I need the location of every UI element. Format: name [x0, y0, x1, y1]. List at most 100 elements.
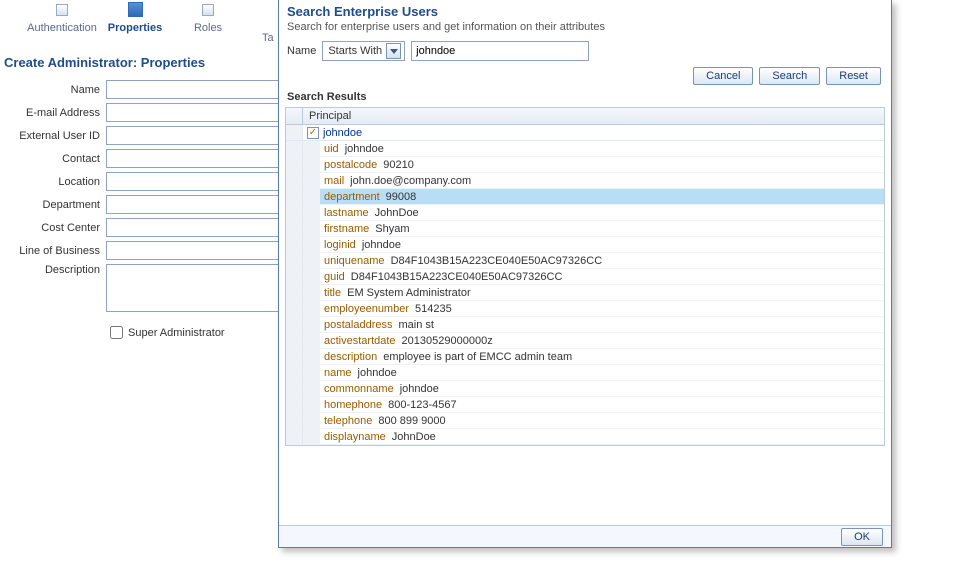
- attribute-value: 800 899 9000: [372, 415, 445, 427]
- attribute-value: 90210: [377, 159, 414, 171]
- attribute-value: 99008: [380, 191, 417, 203]
- reset-button[interactable]: Reset: [826, 67, 881, 85]
- principal-checkbox[interactable]: ✓: [307, 127, 319, 139]
- external-id-field[interactable]: [106, 126, 280, 145]
- attribute-row[interactable]: mailjohn.doe@company.com: [286, 173, 884, 189]
- attribute-row[interactable]: titleEM System Administrator: [286, 285, 884, 301]
- attribute-key: lastname: [320, 207, 369, 219]
- attribute-key: guid: [320, 271, 345, 283]
- attribute-row[interactable]: department99008: [286, 189, 884, 205]
- label-cost-center: Cost Center: [4, 222, 106, 234]
- attribute-key: description: [320, 351, 377, 363]
- step-cutoff: Ta: [262, 32, 274, 44]
- attribute-row[interactable]: descriptionemployee is part of EMCC admi…: [286, 349, 884, 365]
- attribute-row[interactable]: telephone800 899 9000: [286, 413, 884, 429]
- attribute-key: activestartdate: [320, 335, 396, 347]
- attribute-row[interactable]: activestartdate20130529000000z: [286, 333, 884, 349]
- attribute-key: mail: [320, 175, 344, 187]
- dialog-footer: OK: [279, 525, 891, 547]
- dialog-title: Search Enterprise Users: [279, 0, 891, 19]
- results-header: Search Results: [279, 91, 891, 107]
- label-external-id: External User ID: [4, 130, 106, 142]
- step-label: Authentication: [27, 22, 97, 34]
- properties-form: Name E-mail Address External User ID Con…: [4, 80, 280, 312]
- step-label: Properties: [108, 22, 162, 34]
- attribute-value: D84F1043B15A223CE040E50AC97326CC: [345, 271, 563, 283]
- attribute-row[interactable]: commonnamejohndoe: [286, 381, 884, 397]
- attribute-key: postaladdress: [320, 319, 393, 331]
- super-admin-label: Super Administrator: [128, 327, 225, 339]
- search-users-dialog: Search Enterprise Users Search for enter…: [278, 0, 892, 548]
- contact-field[interactable]: [106, 149, 280, 168]
- principal-row[interactable]: ✓ johndoe: [286, 125, 884, 141]
- attribute-key: displayname: [320, 431, 386, 443]
- attribute-row[interactable]: loginidjohndoe: [286, 237, 884, 253]
- step-box-icon: [128, 2, 143, 17]
- attribute-key: title: [320, 287, 341, 299]
- attribute-value: 514235: [409, 303, 452, 315]
- step-box-icon: [56, 4, 68, 16]
- search-button[interactable]: Search: [759, 67, 820, 85]
- attribute-value: johndoe: [339, 143, 384, 155]
- lob-field[interactable]: [106, 241, 280, 260]
- operator-value: Starts With: [328, 45, 382, 57]
- ok-button[interactable]: OK: [841, 528, 883, 546]
- attribute-key: firstname: [320, 223, 369, 235]
- search-input[interactable]: [411, 41, 589, 61]
- step-box-icon: [202, 4, 214, 16]
- wizard-steps: Authentication Properties Roles: [0, 4, 280, 19]
- step-properties[interactable]: Properties: [128, 4, 142, 19]
- attribute-value: john.doe@company.com: [344, 175, 471, 187]
- attribute-row[interactable]: uidjohndoe: [286, 141, 884, 157]
- label-location: Location: [4, 176, 106, 188]
- attribute-key: telephone: [320, 415, 372, 427]
- attribute-value: johndoe: [352, 367, 397, 379]
- attribute-row[interactable]: namejohndoe: [286, 365, 884, 381]
- chevron-down-icon: [386, 43, 401, 59]
- label-email: E-mail Address: [4, 107, 106, 119]
- attribute-row[interactable]: lastnameJohnDoe: [286, 205, 884, 221]
- attribute-row[interactable]: uniquenameD84F1043B15A223CE040E50AC97326…: [286, 253, 884, 269]
- attribute-row[interactable]: employeenumber514235: [286, 301, 884, 317]
- attribute-value: johndoe: [356, 239, 401, 251]
- attribute-key: uniquename: [320, 255, 385, 267]
- attribute-value: 20130529000000z: [396, 335, 493, 347]
- dialog-subtitle: Search for enterprise users and get info…: [279, 19, 891, 41]
- attribute-value: Shyam: [369, 223, 409, 235]
- label-contact: Contact: [4, 153, 106, 165]
- wizard-pane: Authentication Properties Roles Ta Creat…: [0, 0, 280, 339]
- attribute-key: postalcode: [320, 159, 377, 171]
- description-field[interactable]: [106, 264, 280, 312]
- label-lob: Line of Business: [4, 245, 106, 257]
- label-name: Name: [4, 84, 106, 96]
- column-principal: Principal: [303, 110, 351, 122]
- name-field[interactable]: [106, 80, 280, 99]
- attribute-row[interactable]: guidD84F1043B15A223CE040E50AC97326CC: [286, 269, 884, 285]
- location-field[interactable]: [106, 172, 280, 191]
- step-roles[interactable]: Roles: [202, 4, 214, 18]
- attribute-value: JohnDoe: [369, 207, 419, 219]
- cost-center-field[interactable]: [106, 218, 280, 237]
- label-description: Description: [4, 264, 106, 276]
- step-authentication[interactable]: Authentication: [56, 4, 68, 18]
- principal-name: johndoe: [323, 127, 362, 139]
- attribute-row[interactable]: homephone800-123-4567: [286, 397, 884, 413]
- department-field[interactable]: [106, 195, 280, 214]
- operator-select[interactable]: Starts With: [322, 41, 405, 61]
- cancel-button[interactable]: Cancel: [693, 67, 753, 85]
- attribute-value: D84F1043B15A223CE040E50AC97326CC: [385, 255, 603, 267]
- attribute-value: employee is part of EMCC admin team: [377, 351, 572, 363]
- email-field[interactable]: [106, 103, 280, 122]
- attribute-key: commonname: [320, 383, 394, 395]
- attribute-key: department: [320, 191, 380, 203]
- super-admin-checkbox[interactable]: [110, 326, 123, 339]
- attribute-row[interactable]: displaynameJohnDoe: [286, 429, 884, 445]
- attribute-value: EM System Administrator: [341, 287, 470, 299]
- attribute-row[interactable]: postaladdressmain st: [286, 317, 884, 333]
- attribute-key: employeenumber: [320, 303, 409, 315]
- results-table-header: Principal: [285, 107, 885, 125]
- page-title: Create Administrator: Properties: [4, 55, 280, 70]
- attribute-row[interactable]: postalcode90210: [286, 157, 884, 173]
- attribute-row[interactable]: firstnameShyam: [286, 221, 884, 237]
- attribute-key: homephone: [320, 399, 382, 411]
